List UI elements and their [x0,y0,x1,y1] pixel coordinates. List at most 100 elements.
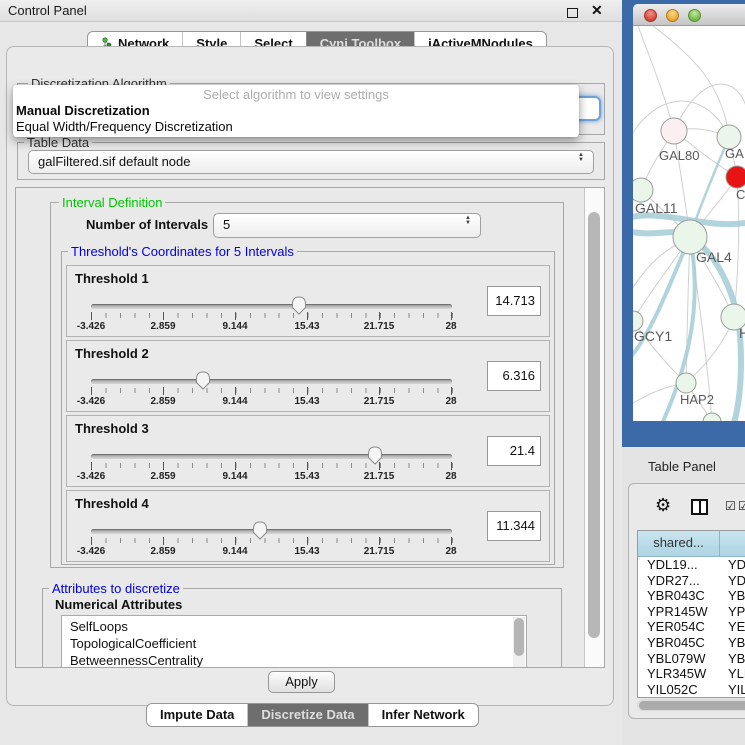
cell-name[interactable]: YDR2 [720,573,745,589]
tab-impute-data[interactable]: Impute Data [147,704,247,726]
slider-tick-label: 21.715 [364,471,395,482]
number-of-intervals-combobox[interactable]: 5 ▲▼ [213,213,481,238]
table-row[interactable]: YBR043CYBR0 [638,588,745,604]
cell-shared-name[interactable]: YPR145W [638,604,720,620]
zoom-window-button[interactable] [688,9,701,22]
close-icon[interactable]: ✕ [591,2,603,19]
slider-track[interactable] [91,454,452,459]
threshold-slider[interactable]: -3.4262.8599.14415.4321.71528 [91,304,453,336]
node-red-selected[interactable] [726,166,745,188]
node-label-gal11: GAL11 [635,200,678,216]
slider-tick-label: 21.715 [364,321,395,332]
cell-shared-name[interactable]: YBL079W [638,651,720,667]
threshold-value-field[interactable]: 21.4 [487,436,541,466]
threshold-slider[interactable]: -3.4262.8599.14415.4321.71528 [91,529,453,561]
cell-shared-name[interactable]: YBR045C [638,635,720,651]
attribute-list-item[interactable]: BetweennessCentrality [70,652,526,668]
node-label-gal4: GAL4 [696,249,732,265]
settings-gear-icon[interactable]: ⚙ [655,495,671,516]
node-hap2[interactable] [676,373,696,393]
network-canvas[interactable]: GAL80 GA C GAL11 GAL4 GCY1 H HAP2 [633,26,745,421]
table-data-title: Table Data [24,135,92,150]
cell-name[interactable]: YPR1 [720,604,745,620]
cell-name[interactable]: YBR0 [720,588,745,604]
threshold-label: Threshold 4 [75,496,149,511]
slider-track[interactable] [91,529,452,534]
slider-tick-labels: -3.4262.8599.14415.4321.71528 [91,396,453,409]
horizontal-scrollbar-thumb[interactable] [639,701,745,710]
bottom-tab-bar: Impute Data Discretize Data Infer Networ… [146,703,479,727]
float-window-icon[interactable] [567,8,578,18]
threshold-value-field[interactable]: 11.344 [487,511,541,541]
network-window-titlebar[interactable] [633,4,745,26]
list-scrollbar[interactable] [513,617,525,668]
dropdown-option-manual-discretization[interactable]: Manual Discretization [13,103,579,119]
slider-thumb[interactable] [291,296,307,315]
cell-shared-name[interactable]: YER054C [638,619,720,635]
column-header-shared-name[interactable]: shared... [638,531,720,556]
threshold-panel: Threshold 1 -3.4262.8599.14415.4321.7152… [66,265,550,337]
column-header-name[interactable]: na [720,531,745,556]
cell-name[interactable]: YBL0 [720,651,745,667]
slider-track[interactable] [91,304,452,309]
algorithm-dropdown-popup: Select algorithm to view settings Manual… [13,85,579,137]
attribute-list-item[interactable]: TopologicalCoefficient [70,635,526,652]
cell-name[interactable]: YLR3 [720,666,745,682]
dropdown-option-equal-width-frequency[interactable]: Equal Width/Frequency Discretization [13,119,579,135]
apply-button[interactable]: Apply [268,671,335,693]
slider-tick-label: 9.144 [222,396,247,407]
tab-infer-network[interactable]: Infer Network [368,704,478,726]
table-data-value: galFiltered.sif default node [38,151,190,173]
vertical-scrollbar[interactable] [584,188,604,667]
threshold-panel: Threshold 4 -3.4262.8599.14415.4321.7152… [66,490,550,562]
vertical-scrollbar-thumb[interactable] [588,212,600,638]
slider-tick-labels: -3.4262.8599.14415.4321.71528 [91,546,453,559]
cell-name[interactable]: YER0 [720,619,745,635]
table-row[interactable]: YIL052CYIL0 [638,682,745,698]
table-row[interactable]: YER054CYER0 [638,619,745,635]
cell-shared-name[interactable]: YDR27... [638,573,720,589]
tab-discretize-data[interactable]: Discretize Data [247,704,367,726]
node-gal80[interactable] [661,118,687,144]
slider-tick-label: 9.144 [222,546,247,557]
table-row[interactable]: YDR27...YDR2 [638,573,745,589]
checkbox-icon[interactable]: ☑ [725,499,736,513]
slider-tick-label: -3.426 [77,546,105,557]
threshold-value-field[interactable]: 14.713 [487,286,541,316]
list-scrollbar-thumb[interactable] [514,618,524,656]
close-window-button[interactable] [644,9,657,22]
cell-shared-name[interactable]: YLR345W [638,666,720,682]
table-row[interactable]: YLR345WYLR3 [638,666,745,682]
cell-shared-name[interactable]: YBR043C [638,588,720,604]
node-gal11[interactable] [633,178,653,202]
slider-thumb[interactable] [367,446,383,465]
cell-name[interactable]: YIL0 [720,682,745,698]
threshold-value-field[interactable]: 6.316 [487,361,541,391]
node-label-partial-h: H [739,325,745,341]
table-rows: YDL19...YDL1YDR27...YDR2YBR043CYBR0YPR14… [638,557,745,698]
table-row[interactable]: YPR145WYPR1 [638,604,745,620]
table-data-combobox[interactable]: galFiltered.sif default node ▲▼ [28,150,594,174]
numerical-attributes-label: Numerical Attributes [55,597,182,612]
dropdown-placeholder-item[interactable]: Select algorithm to view settings [13,85,579,103]
checkbox-icon[interactable]: ☑ [738,499,745,513]
column-view-icon[interactable] [691,499,708,515]
cell-shared-name[interactable]: YIL052C [638,682,720,698]
minimize-window-button[interactable] [666,9,679,22]
table-row[interactable]: YBR045CYBR0 [638,635,745,651]
threshold-panel: Threshold 2 -3.4262.8599.14415.4321.7152… [66,340,550,412]
attribute-list-item[interactable]: SelfLoops [70,618,526,635]
cell-name[interactable]: YBR0 [720,635,745,651]
slider-track[interactable] [91,379,452,384]
cell-shared-name[interactable]: YDL19... [638,557,720,573]
table-row[interactable]: YBL079WYBL0 [638,651,745,667]
slider-thumb[interactable] [195,371,211,390]
slider-thumb[interactable] [252,521,268,540]
table-row[interactable]: YDL19...YDL1 [638,557,745,573]
node-partial-bottom[interactable] [703,413,721,421]
network-window[interactable]: GAL80 GA C GAL11 GAL4 GCY1 H HAP2 [633,4,745,421]
horizontal-scrollbar[interactable] [637,699,745,711]
threshold-slider[interactable]: -3.4262.8599.14415.4321.71528 [91,454,453,486]
threshold-slider[interactable]: -3.4262.8599.14415.4321.71528 [91,379,453,411]
cell-name[interactable]: YDL1 [720,557,745,573]
